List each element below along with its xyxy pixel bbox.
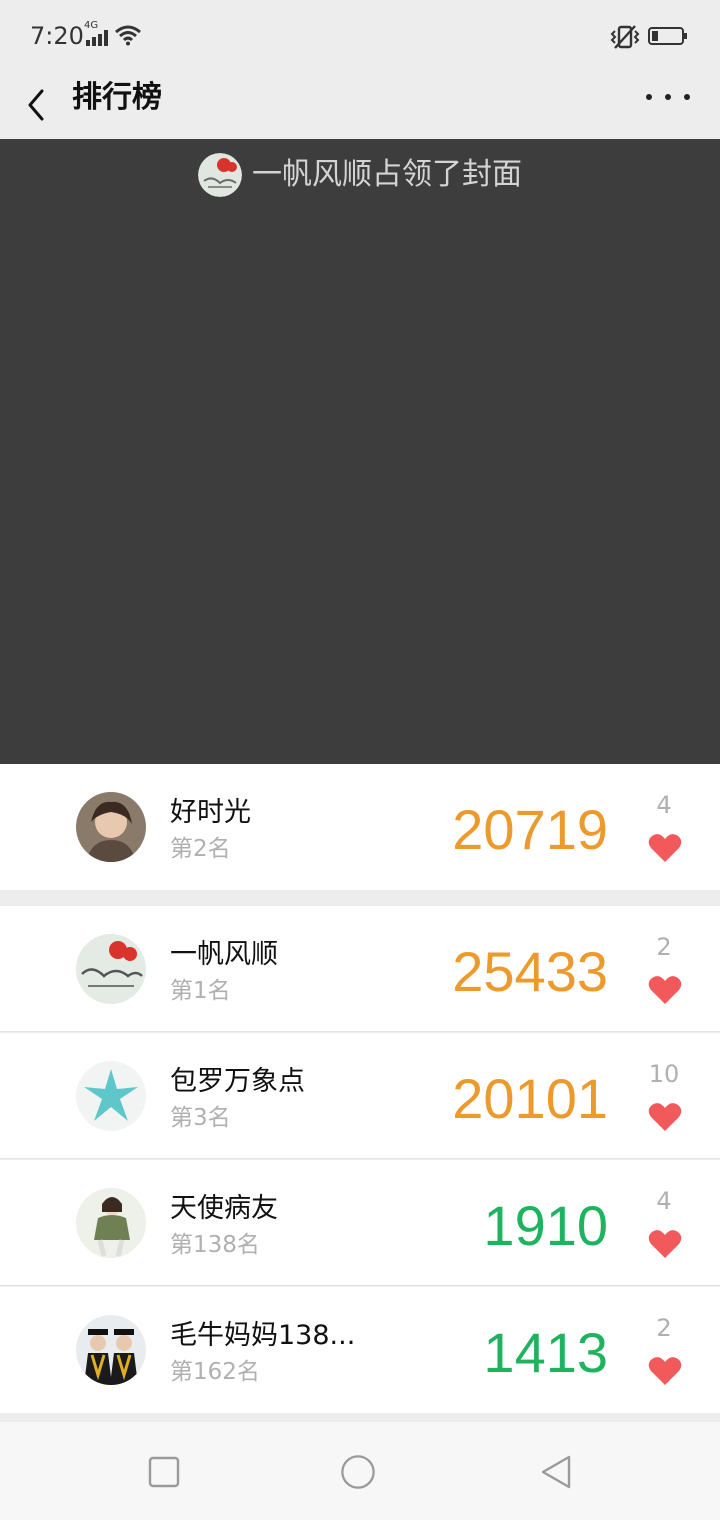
step-count: 1413: [483, 1321, 608, 1384]
avatar[interactable]: [76, 1315, 146, 1385]
user-rank: 第3名: [170, 1105, 231, 1131]
step-count: 20719: [452, 798, 608, 861]
user-name: 天使病友: [170, 1193, 278, 1224]
page-title: 排行榜: [72, 80, 162, 115]
like-count: 2: [656, 933, 672, 961]
recents-square-icon: [148, 1456, 180, 1488]
more-dot: [684, 94, 690, 100]
like-count: 4: [656, 1187, 672, 1215]
list-item[interactable]: 包罗万象点 第3名 20101 10: [0, 1033, 720, 1159]
user-name: 毛牛妈妈138...: [170, 1320, 356, 1351]
status-time: 7:20: [30, 22, 84, 50]
status-bar: 7:20 4G: [0, 0, 720, 72]
divider: [0, 1031, 720, 1032]
back-triangle-icon: [541, 1455, 571, 1489]
more-button[interactable]: [646, 84, 690, 110]
more-dot: [665, 94, 671, 100]
more-dot: [646, 94, 652, 100]
heart-icon[interactable]: [648, 1355, 682, 1387]
nav-bar: 排行榜: [0, 72, 720, 138]
recents-button[interactable]: [146, 1454, 182, 1490]
heart-icon[interactable]: [648, 1228, 682, 1260]
step-count: 1910: [483, 1194, 608, 1257]
system-back-button[interactable]: [538, 1454, 574, 1490]
like-count: 10: [648, 1060, 680, 1088]
battery-icon: [648, 27, 687, 45]
user-name: 包罗万象点: [170, 1066, 305, 1097]
chevron-left-icon: [28, 89, 44, 121]
divider: [0, 1285, 720, 1286]
signal-icon: [86, 30, 108, 46]
vibrate-icon: [610, 25, 640, 49]
like-count: 4: [656, 791, 672, 819]
step-count: 25433: [452, 940, 608, 1003]
heart-icon[interactable]: [648, 832, 682, 864]
user-name: 一帆风顺: [170, 939, 278, 970]
user-rank: 第138名: [170, 1232, 260, 1258]
cover-text: 一帆风顺占领了封面: [252, 157, 522, 192]
cover-area[interactable]: 一帆风顺占领了封面: [0, 139, 720, 764]
home-button[interactable]: [340, 1454, 376, 1490]
avatar[interactable]: [76, 1061, 146, 1131]
avatar[interactable]: [76, 792, 146, 862]
list-item[interactable]: 一帆风顺 第1名 25433 2: [0, 906, 720, 1032]
system-nav-bar: [0, 1422, 720, 1520]
my-rank-row[interactable]: 好时光 第2名 20719 4: [0, 764, 720, 890]
home-circle-icon: [341, 1455, 375, 1489]
wifi-icon: [115, 25, 141, 46]
heart-icon[interactable]: [648, 1101, 682, 1133]
user-rank: 第2名: [170, 836, 231, 862]
list-item[interactable]: 毛牛妈妈138... 第162名 1413 2: [0, 1287, 720, 1413]
cover-owner[interactable]: 一帆风顺占领了封面: [0, 153, 720, 197]
avatar[interactable]: [76, 1188, 146, 1258]
cover-owner-avatar[interactable]: [198, 153, 242, 197]
back-button[interactable]: [20, 80, 52, 130]
user-rank: 第162名: [170, 1359, 260, 1385]
user-name: 好时光: [170, 797, 251, 828]
user-rank: 第1名: [170, 978, 231, 1004]
divider: [0, 1158, 720, 1159]
step-count: 20101: [452, 1067, 608, 1130]
like-count: 2: [656, 1314, 672, 1342]
avatar[interactable]: [76, 934, 146, 1004]
heart-icon[interactable]: [648, 974, 682, 1006]
list-item[interactable]: 天使病友 第138名 1910 4: [0, 1160, 720, 1286]
